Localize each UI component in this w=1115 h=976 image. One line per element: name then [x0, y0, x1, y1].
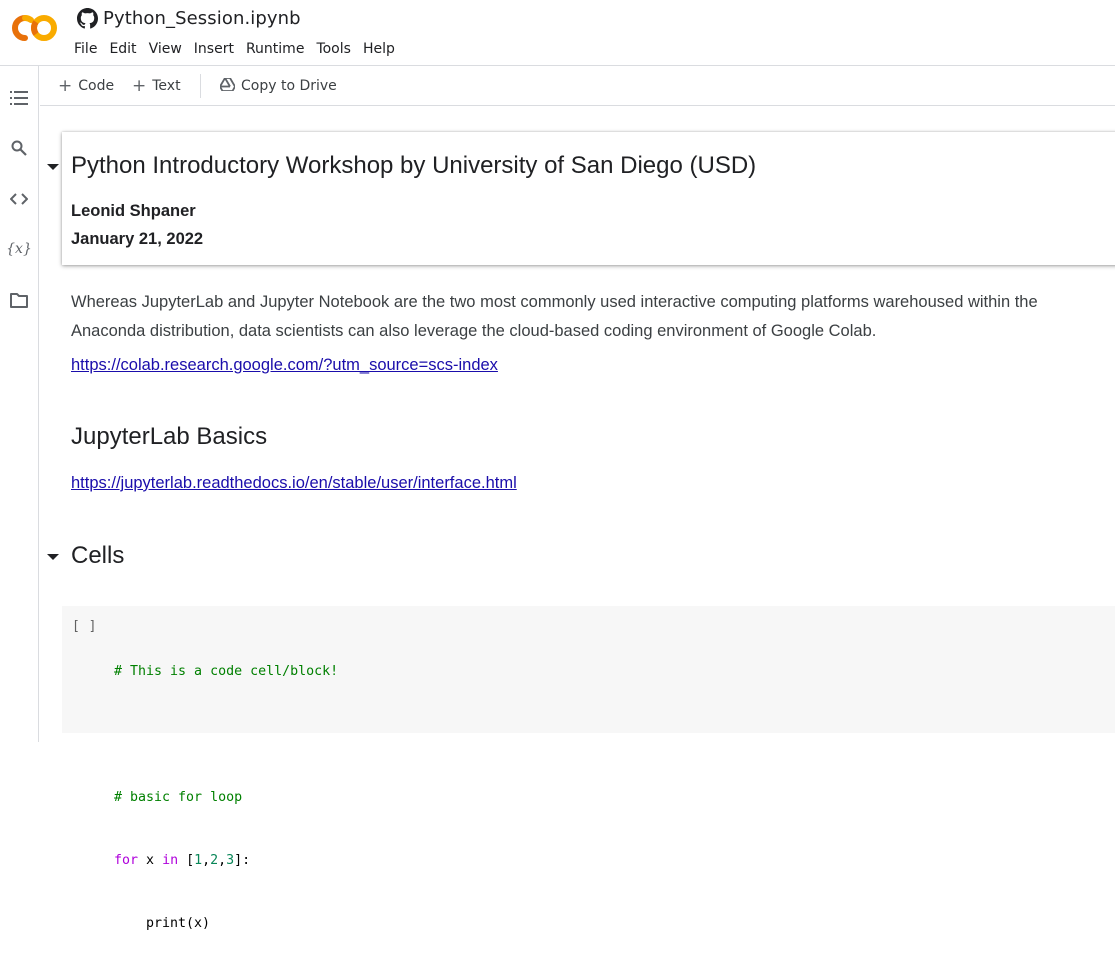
github-icon[interactable] — [77, 7, 98, 29]
menu-help[interactable]: Help — [357, 39, 401, 59]
intro-line-2: Anaconda distribution, data scientists c… — [71, 322, 877, 340]
copy-to-drive-button[interactable]: Copy to Drive — [219, 74, 337, 98]
code-token: ]: — [234, 853, 251, 868]
left-sidebar: {x} — [0, 66, 39, 742]
intro-paragraph: Whereas JupyterLab and Jupyter Notebook … — [71, 288, 1115, 346]
variables-icon[interactable]: {x} — [6, 236, 32, 262]
code-line: print(x) — [114, 916, 211, 931]
add-code-label: Code — [78, 78, 115, 94]
menu-tools[interactable]: Tools — [310, 39, 357, 59]
toolbar-divider — [200, 74, 201, 98]
menu-insert[interactable]: Insert — [188, 39, 240, 59]
session-date: January 21, 2022 — [71, 230, 204, 248]
code-line: # basic for loop — [114, 790, 243, 805]
header: Python_Session.ipynb File Edit View Inse… — [0, 0, 1115, 66]
code-line: for x in [1,2,3]: — [114, 850, 338, 871]
jupyterlab-docs-link[interactable]: https://jupyterlab.readthedocs.io/en/sta… — [71, 474, 517, 493]
add-code-button[interactable]: + Code — [58, 74, 114, 98]
collapse-section-icon[interactable] — [46, 552, 60, 562]
drive-icon — [219, 76, 236, 95]
code-snippets-icon[interactable] — [6, 186, 32, 212]
plus-icon: + — [58, 75, 73, 96]
notebook-heading: Python Introductory Workshop by Universi… — [71, 152, 757, 179]
number-token: 3 — [226, 853, 235, 868]
number-token: 2 — [210, 853, 219, 868]
run-cell-button[interactable]: [ ] — [72, 619, 97, 634]
plus-icon: + — [132, 75, 147, 96]
notebook-title[interactable]: Python_Session.ipynb — [103, 8, 301, 29]
menu-runtime[interactable]: Runtime — [240, 39, 310, 59]
add-text-label: Text — [152, 78, 181, 94]
search-icon[interactable] — [6, 135, 32, 161]
menu-view[interactable]: View — [143, 39, 188, 59]
section-heading-cells: Cells — [71, 542, 125, 569]
add-text-button[interactable]: + Text — [132, 74, 181, 98]
colab-logo[interactable] — [12, 14, 58, 42]
menubar: File Edit View Insert Runtime Tools Help — [68, 39, 401, 59]
notebook-area: Python Introductory Workshop by Universi… — [40, 106, 1115, 931]
notebook-toolbar: + Code + Text Copy to Drive — [40, 66, 1115, 106]
notebook-title-row: Python_Session.ipynb — [77, 6, 301, 30]
menu-file[interactable]: File — [68, 39, 103, 59]
keyword-token: for — [114, 853, 139, 868]
code-token: [ — [178, 853, 195, 868]
author-name: Leonid Shpaner — [71, 202, 196, 220]
code-editor[interactable]: # This is a code cell/block! # basic for… — [114, 619, 338, 976]
code-cell[interactable]: [ ] # This is a code cell/block! # basic… — [62, 606, 1115, 931]
menu-edit[interactable]: Edit — [103, 39, 142, 59]
keyword-token: in — [162, 853, 179, 868]
code-token: , — [202, 853, 211, 868]
files-icon[interactable] — [6, 287, 32, 313]
number-token: 1 — [194, 853, 203, 868]
intro-line-1: Whereas JupyterLab and Jupyter Notebook … — [71, 293, 1038, 311]
table-of-contents-icon[interactable] — [6, 85, 32, 111]
colab-link[interactable]: https://colab.research.google.com/?utm_s… — [71, 356, 498, 375]
copy-to-drive-label: Copy to Drive — [241, 78, 337, 94]
section-heading-jupyterlab-basics: JupyterLab Basics — [71, 423, 268, 450]
code-token: , — [218, 853, 227, 868]
collapse-section-icon[interactable] — [46, 162, 60, 172]
code-line: # This is a code cell/block! — [114, 664, 339, 679]
code-token: x — [138, 853, 163, 868]
